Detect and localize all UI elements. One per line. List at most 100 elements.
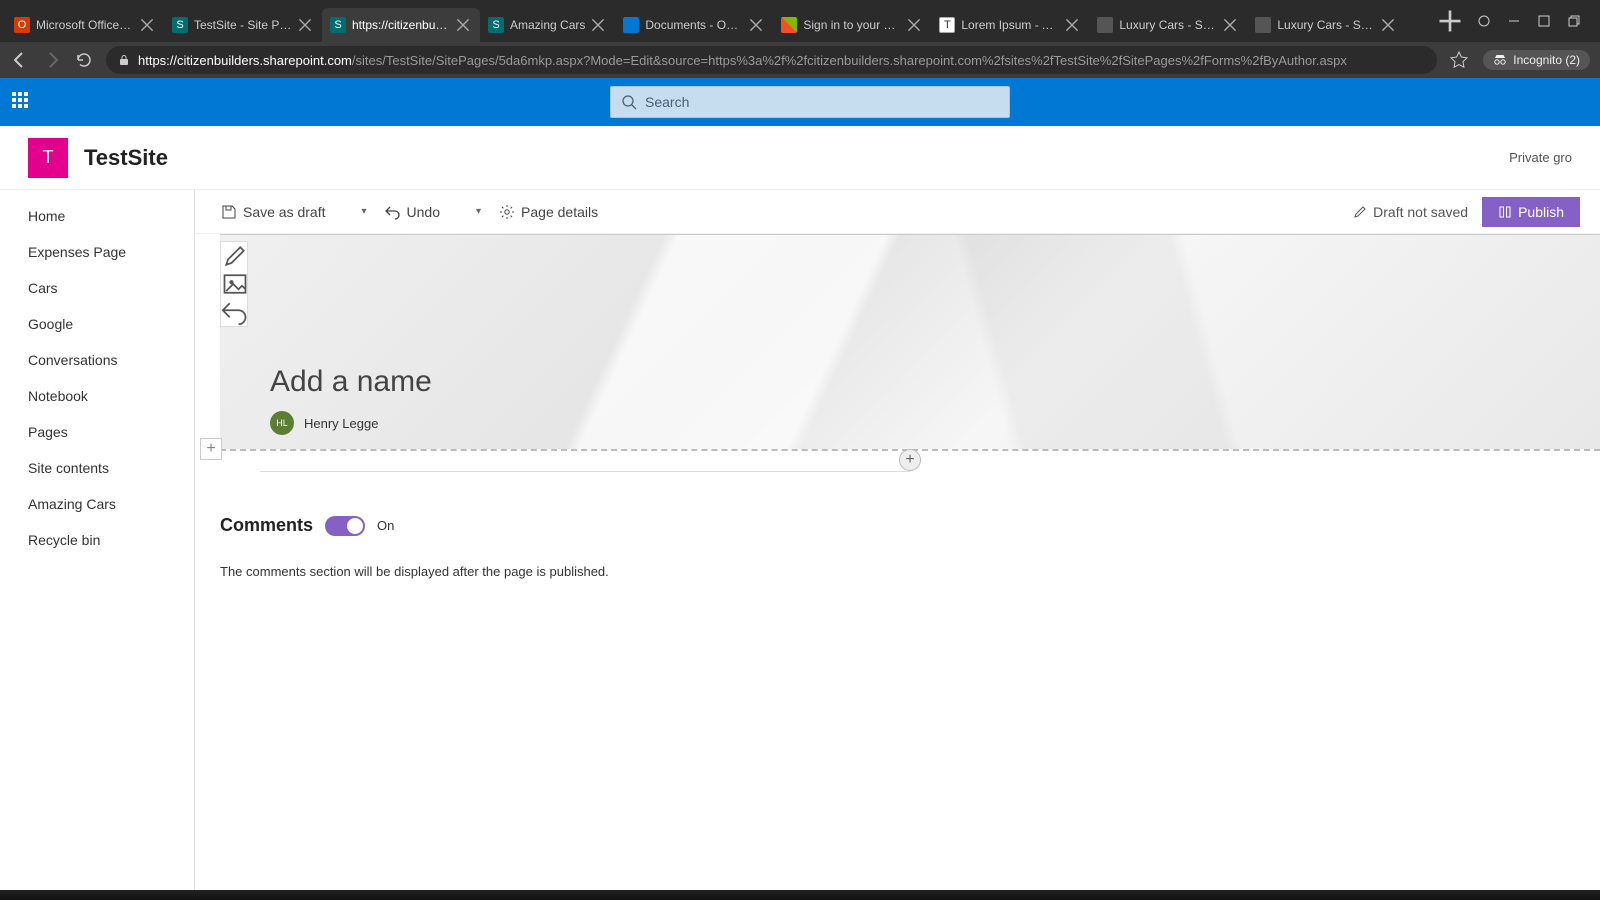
- site-privacy: Private gro: [1509, 150, 1572, 165]
- content-divider: [260, 471, 910, 472]
- browser-tab[interactable]: T Lorem Ipsum - All the: [931, 8, 1089, 42]
- sidebar-item[interactable]: Notebook: [0, 378, 194, 414]
- undo-label: Undo: [407, 204, 440, 220]
- favicon: S: [172, 17, 188, 33]
- address-bar: https://citizenbuilders.sharepoint.com/s…: [0, 42, 1600, 78]
- favicon: S: [330, 17, 346, 33]
- tab-title: Amazing Cars: [510, 18, 585, 32]
- url-text: https://citizenbuilders.sharepoint.com/s…: [138, 53, 1347, 68]
- side-nav: HomeExpenses PageCarsGoogleConversations…: [0, 190, 195, 890]
- incognito-indicator[interactable]: Incognito (2): [1483, 50, 1590, 70]
- sidebar-item[interactable]: Google: [0, 306, 194, 342]
- page-title-input[interactable]: Add a name: [270, 365, 432, 399]
- site-header: T TestSite Private gro: [0, 126, 1600, 190]
- incognito-label: Incognito (2): [1513, 53, 1580, 67]
- tab-title: Lorem Ipsum - All the: [961, 18, 1059, 32]
- add-webpart-button[interactable]: +: [899, 449, 921, 471]
- search-placeholder: Search: [645, 94, 689, 110]
- avatar: HL: [270, 411, 294, 435]
- title-toolbar: [220, 241, 248, 327]
- draft-status-text: Draft not saved: [1373, 204, 1468, 220]
- close-icon[interactable]: [749, 18, 763, 32]
- new-tab-button[interactable]: [1436, 7, 1464, 35]
- sidebar-item[interactable]: Expenses Page: [0, 234, 194, 270]
- star-icon[interactable]: [1449, 50, 1469, 70]
- add-section-button[interactable]: +: [200, 438, 222, 460]
- browser-tab[interactable]: Luxury Cars - Sedans,: [1247, 8, 1405, 42]
- url-input[interactable]: https://citizenbuilders.sharepoint.com/s…: [106, 46, 1437, 74]
- section-divider: + +: [220, 449, 1600, 479]
- site-logo[interactable]: T: [28, 138, 68, 178]
- undo-icon: [385, 204, 401, 220]
- title-area[interactable]: Add a name HL Henry Legge: [220, 234, 1600, 449]
- reset-icon[interactable]: [221, 298, 249, 326]
- page-author[interactable]: HL Henry Legge: [270, 411, 378, 435]
- close-icon[interactable]: [591, 18, 605, 32]
- sidebar-item[interactable]: Amazing Cars: [0, 486, 194, 522]
- publish-label: Publish: [1518, 204, 1564, 220]
- browser-tab[interactable]: Luxury Cars - Sedans,: [1089, 8, 1247, 42]
- browser-tab[interactable]: Shttps://citizenbuilders: [322, 8, 480, 42]
- publish-button[interactable]: Publish: [1482, 197, 1580, 227]
- page-details-button[interactable]: Page details: [493, 200, 604, 224]
- close-icon[interactable]: [140, 18, 154, 32]
- comments-block: Comments On The comments section will be…: [220, 515, 1600, 579]
- app-launcher-icon[interactable]: [12, 92, 32, 112]
- close-icon[interactable]: [1065, 18, 1079, 32]
- tab-title: https://citizenbuilders: [352, 18, 450, 32]
- tab-title: Sign in to your accoun: [803, 18, 901, 32]
- tab-title: Luxury Cars - Sedans,: [1277, 18, 1375, 32]
- tab-title: Luxury Cars - Sedans,: [1119, 18, 1217, 32]
- close-icon[interactable]: [1223, 18, 1237, 32]
- favicon: O: [14, 17, 30, 33]
- pencil-icon: [1353, 205, 1367, 219]
- save-draft-button[interactable]: Save as draft: [215, 200, 332, 224]
- save-draft-label: Save as draft: [243, 204, 326, 220]
- browser-tab[interactable]: STestSite - Site Pages -: [164, 8, 322, 42]
- page-canvas: Add a name HL Henry Legge + + Comments O…: [195, 234, 1600, 579]
- taskbar: [0, 890, 1600, 900]
- minimize-icon[interactable]: [1508, 15, 1520, 27]
- comments-toggle[interactable]: [325, 516, 365, 536]
- edit-title-icon[interactable]: [221, 242, 249, 270]
- publish-icon: [1498, 205, 1512, 219]
- site-title[interactable]: TestSite: [84, 145, 168, 171]
- undo-chevron-icon[interactable]: ▾: [470, 206, 487, 217]
- search-input[interactable]: Search: [610, 86, 1010, 118]
- back-button[interactable]: [10, 50, 30, 70]
- image-icon[interactable]: [221, 270, 249, 298]
- browser-tab[interactable]: OMicrosoft Office Home: [6, 8, 164, 42]
- close-icon[interactable]: [907, 18, 921, 32]
- incognito-icon: [1493, 53, 1507, 67]
- reload-button[interactable]: [74, 50, 94, 70]
- browser-tab[interactable]: Sign in to your accoun: [773, 8, 931, 42]
- restore-icon[interactable]: [1568, 15, 1580, 27]
- sidebar-item[interactable]: Recycle bin: [0, 522, 194, 558]
- undo-button[interactable]: Undo: [379, 200, 446, 224]
- content-area: Save as draft ▾ Undo ▾ Page details Draf…: [195, 190, 1600, 890]
- favicon: [781, 17, 797, 33]
- browser-tabstrip: OMicrosoft Office HomeSTestSite - Site P…: [0, 0, 1600, 42]
- close-icon[interactable]: [298, 18, 312, 32]
- draft-status: Draft not saved: [1353, 204, 1468, 220]
- favicon: [623, 17, 639, 33]
- sidebar-item[interactable]: Site contents: [0, 450, 194, 486]
- sidebar-item[interactable]: Conversations: [0, 342, 194, 378]
- sidebar-item[interactable]: Cars: [0, 270, 194, 306]
- forward-button[interactable]: [42, 50, 62, 70]
- tabs-container: OMicrosoft Office HomeSTestSite - Site P…: [6, 0, 1432, 42]
- close-icon[interactable]: [1381, 18, 1395, 32]
- favicon: T: [939, 17, 955, 33]
- sidebar-item[interactable]: Home: [0, 198, 194, 234]
- favicon: [1255, 17, 1271, 33]
- save-chevron-icon[interactable]: ▾: [356, 206, 373, 217]
- comments-toggle-label: On: [377, 518, 394, 533]
- browser-tab[interactable]: Documents - OneDriv: [615, 8, 773, 42]
- close-icon[interactable]: [456, 18, 470, 32]
- browser-tab[interactable]: S Amazing Cars: [480, 8, 615, 42]
- sidebar-item[interactable]: Pages: [0, 414, 194, 450]
- separator: [452, 208, 464, 216]
- maximize-icon[interactable]: [1538, 15, 1550, 27]
- favicon: S: [488, 17, 504, 33]
- command-bar: Save as draft ▾ Undo ▾ Page details Draf…: [195, 190, 1600, 234]
